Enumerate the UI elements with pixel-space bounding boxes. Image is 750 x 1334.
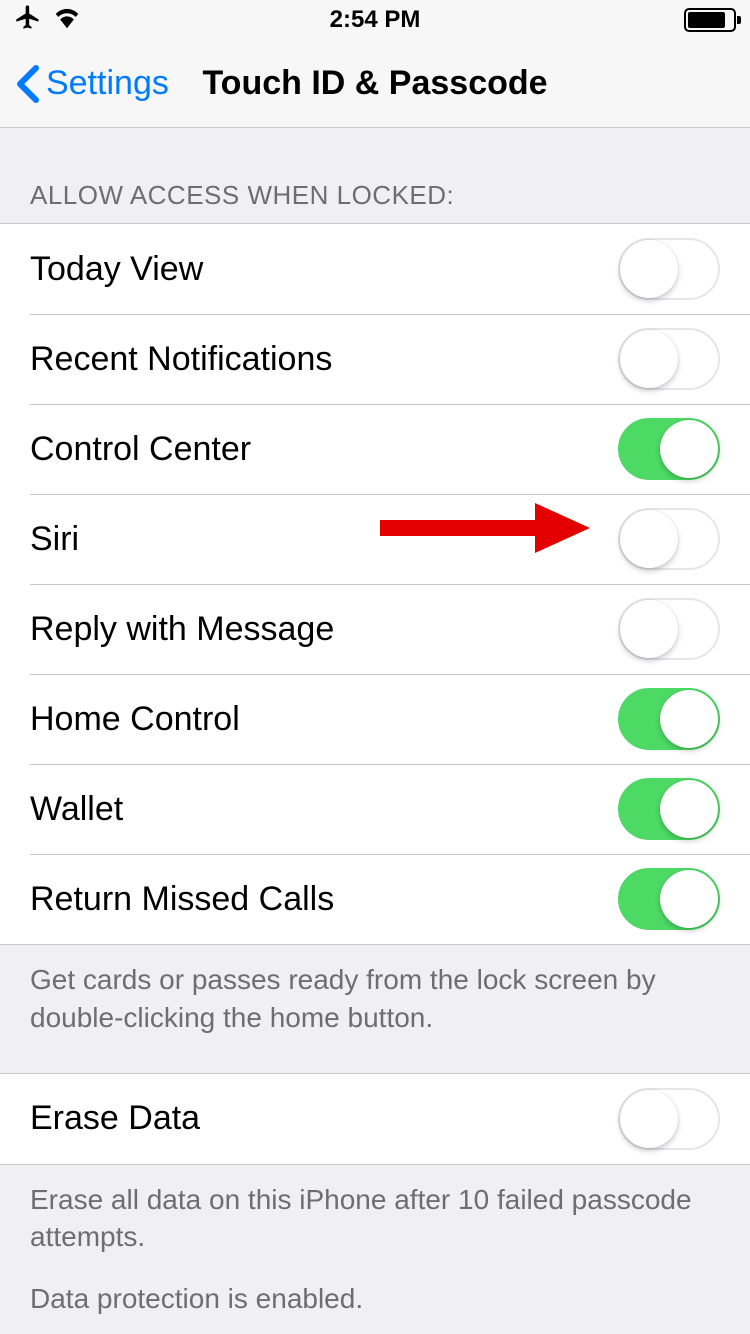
row-label: Today View xyxy=(30,250,203,289)
nav-bar: Settings Touch ID & Passcode xyxy=(0,40,750,128)
row-label: Wallet xyxy=(30,790,123,829)
status-bar: 2:54 PM xyxy=(0,0,750,40)
row-control-center: Control Center xyxy=(0,404,750,494)
row-home-control: Home Control xyxy=(0,674,750,764)
toggle-reply-with-message[interactable] xyxy=(618,598,720,660)
allow-access-list: Today View Recent Notifications Control … xyxy=(0,223,750,945)
erase-list: Erase Data xyxy=(0,1073,750,1165)
back-button[interactable]: Settings xyxy=(16,64,169,104)
section-footer-erase-2: Data protection is enabled. xyxy=(0,1272,750,1334)
row-today-view: Today View xyxy=(0,224,750,314)
row-wallet: Wallet xyxy=(0,764,750,854)
row-recent-notifications: Recent Notifications xyxy=(0,314,750,404)
toggle-siri[interactable] xyxy=(618,508,720,570)
row-label: Siri xyxy=(30,520,79,559)
toggle-wallet[interactable] xyxy=(618,778,720,840)
page-title: Touch ID & Passcode xyxy=(202,64,547,103)
status-left xyxy=(14,3,82,38)
section-header-allow-access: ALLOW ACCESS WHEN LOCKED: xyxy=(0,128,750,223)
row-erase-data: Erase Data xyxy=(0,1074,750,1164)
row-label: Home Control xyxy=(30,700,240,739)
toggle-home-control[interactable] xyxy=(618,688,720,750)
row-label: Recent Notifications xyxy=(30,340,332,379)
row-label: Control Center xyxy=(30,430,251,469)
toggle-erase-data[interactable] xyxy=(618,1088,720,1150)
wifi-icon xyxy=(52,5,82,36)
toggle-return-missed-calls[interactable] xyxy=(618,868,720,930)
battery-icon xyxy=(684,8,736,32)
back-label: Settings xyxy=(46,64,169,103)
toggle-today-view[interactable] xyxy=(618,238,720,300)
status-time: 2:54 PM xyxy=(330,6,421,34)
airplane-icon xyxy=(14,3,42,38)
chevron-left-icon xyxy=(16,64,40,104)
row-label: Return Missed Calls xyxy=(30,880,334,919)
toggle-control-center[interactable] xyxy=(618,418,720,480)
section-footer-allow-access: Get cards or passes ready from the lock … xyxy=(0,945,750,1053)
row-return-missed-calls: Return Missed Calls xyxy=(0,854,750,944)
row-siri: Siri xyxy=(0,494,750,584)
section-footer-erase-1: Erase all data on this iPhone after 10 f… xyxy=(0,1165,750,1273)
row-label: Reply with Message xyxy=(30,610,334,649)
toggle-recent-notifications[interactable] xyxy=(618,328,720,390)
row-label: Erase Data xyxy=(30,1099,200,1138)
row-reply-with-message: Reply with Message xyxy=(0,584,750,674)
status-right xyxy=(684,8,736,32)
